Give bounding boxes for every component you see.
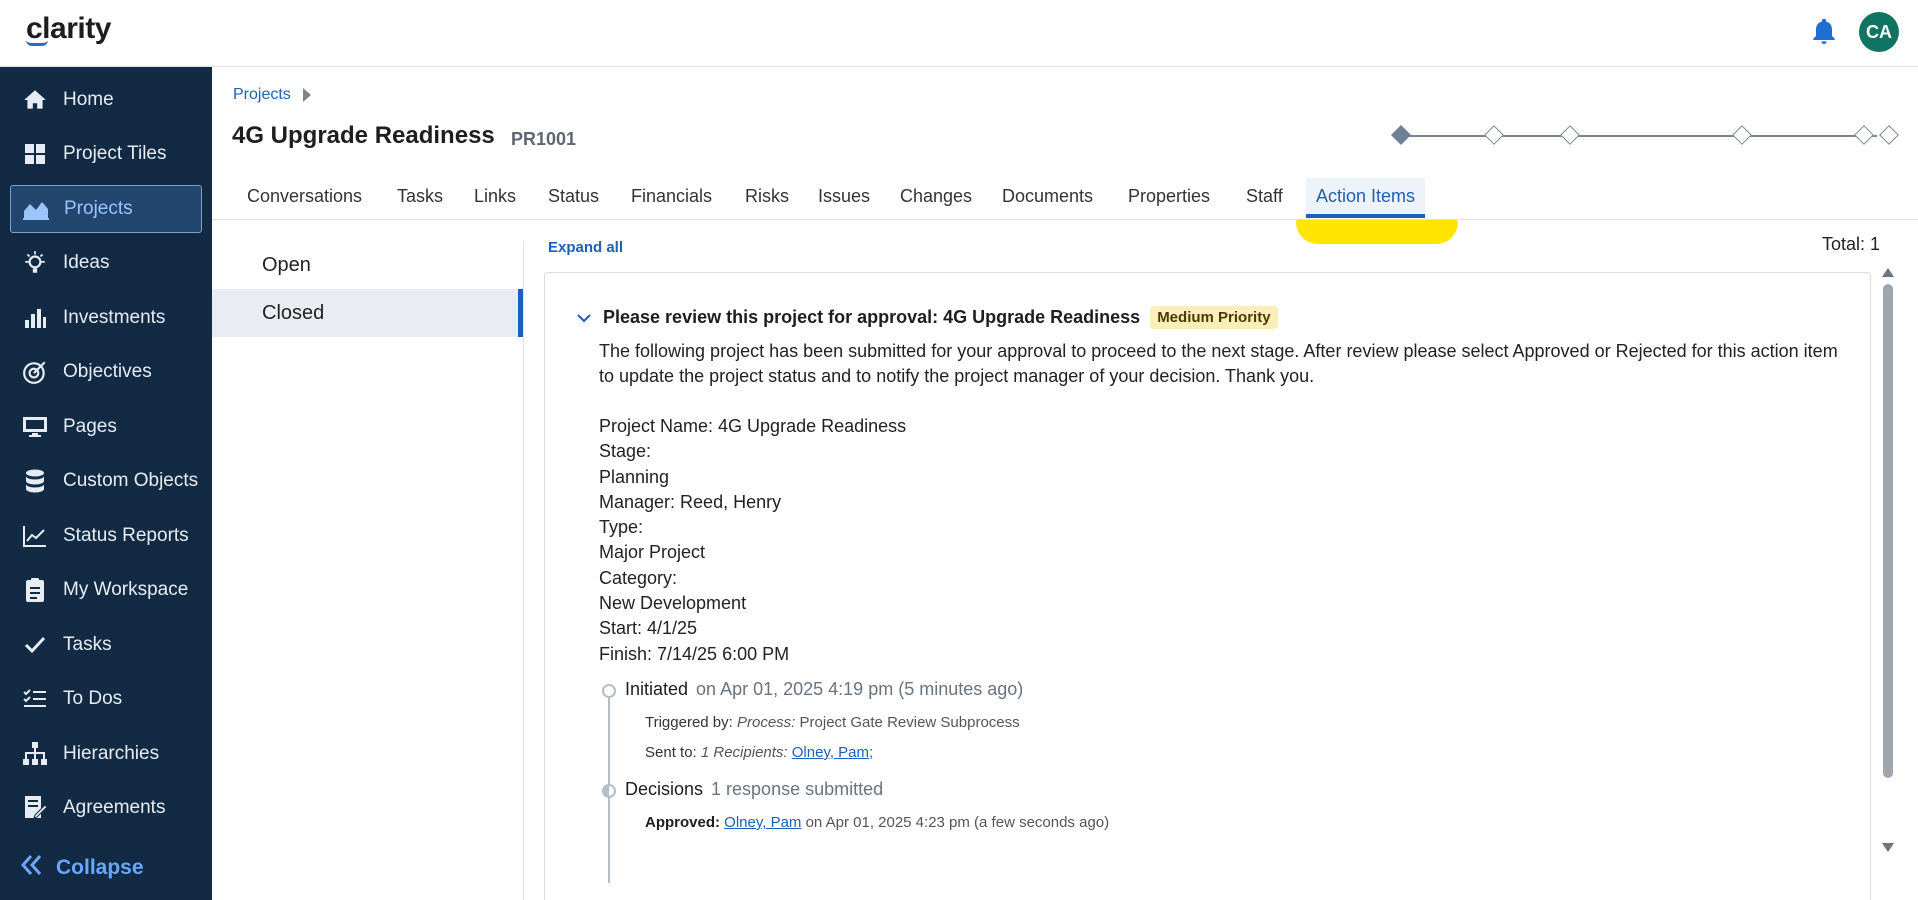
- check-icon: [20, 630, 50, 660]
- sidebar-item-project-tiles[interactable]: Project Tiles: [10, 130, 202, 178]
- detail-line: Category:: [599, 567, 678, 588]
- tab-documents[interactable]: Documents: [1002, 186, 1093, 218]
- stage-marker[interactable]: [1732, 125, 1752, 145]
- chevron-down-icon[interactable]: [575, 309, 593, 327]
- timeline-initiated: Initiated on Apr 01, 2025 4:19 pm (5 minu…: [625, 679, 1024, 699]
- action-item-header[interactable]: Please review this project for approval:…: [575, 306, 1278, 329]
- collapse-sidebar-button[interactable]: Collapse: [20, 854, 144, 882]
- priority-badge: Medium Priority: [1150, 306, 1278, 329]
- tab-changes[interactable]: Changes: [900, 186, 972, 218]
- stage-marker-current[interactable]: [1391, 125, 1411, 145]
- detail-line: Finish: 7/14/25 6:00 PM: [599, 643, 790, 664]
- sidebar-item-pages[interactable]: Pages: [10, 403, 202, 451]
- breadcrumb-projects-link[interactable]: Projects: [233, 86, 291, 104]
- grid-icon: [20, 139, 50, 169]
- total-count: Total: 1: [1821, 234, 1880, 254]
- stage-marker[interactable]: [1560, 125, 1580, 145]
- tab-financials[interactable]: Financials: [631, 186, 712, 218]
- sidebar-item-projects[interactable]: Projects: [10, 185, 202, 233]
- panel-divider: [523, 241, 524, 900]
- action-item-description: The following project has been submitted…: [599, 341, 1838, 386]
- tab-tasks[interactable]: Tasks: [397, 186, 443, 218]
- logo-swoosh: [26, 40, 48, 46]
- monitor-icon: [20, 412, 50, 442]
- highlighter-mark: [1296, 220, 1458, 244]
- tab-staff[interactable]: Staff: [1246, 186, 1283, 218]
- sidebar-item-objectives[interactable]: Objectives: [10, 348, 202, 396]
- sidebar-item-agreements[interactable]: Agreements: [10, 784, 202, 832]
- top-bar: clarity CA: [0, 0, 1918, 67]
- database-icon: [20, 466, 50, 496]
- detail-line: Project Name: 4G Upgrade Readiness: [599, 416, 907, 436]
- detail-line: Manager: Reed, Henry: [599, 491, 782, 512]
- notifications-bell-icon[interactable]: [1808, 16, 1840, 48]
- action-item-card: Please review this project for approval:…: [544, 272, 1871, 900]
- timeline-dot-initiated: [602, 684, 616, 698]
- timeline-decisions: Decisions 1 response submitted: [625, 779, 884, 799]
- detail-line: Planning: [599, 466, 670, 487]
- sidebar-item-ideas[interactable]: Ideas: [10, 239, 202, 287]
- sidebar-item-hierarchies[interactable]: Hierarchies: [10, 730, 202, 778]
- timeline-dot-decisions: [602, 784, 616, 798]
- detail-line: Stage:: [599, 441, 652, 462]
- page-title: 4G Upgrade Readiness: [232, 122, 495, 149]
- expand-all-link[interactable]: Expand all: [548, 239, 623, 256]
- sent-to-row: Sent to: 1 Recipients: Olney, Pam;: [645, 744, 874, 761]
- sidebar-item-custom-objects[interactable]: Custom Objects: [10, 457, 202, 505]
- agreement-icon: [20, 793, 50, 823]
- project-code: PR1001: [511, 129, 577, 149]
- stage-progress: [1387, 125, 1899, 147]
- bar-chart-icon: [20, 303, 50, 333]
- target-icon: [20, 357, 50, 387]
- tab-action-items[interactable]: Action Items: [1306, 178, 1426, 218]
- tab-risks[interactable]: Risks: [745, 186, 789, 218]
- action-item-title: Please review this project for approval:…: [603, 307, 1141, 327]
- action-item-details: Project Name: 4G Upgrade Readiness Stage…: [599, 414, 906, 667]
- sidebar-item-to-dos[interactable]: To Dos: [10, 675, 202, 723]
- sidebar-item-my-workspace[interactable]: My Workspace: [10, 566, 202, 614]
- tab-bar: Conversations Tasks Links Status Financi…: [212, 178, 1918, 220]
- hierarchy-icon: [20, 739, 50, 769]
- detail-line: Major Project: [599, 542, 706, 563]
- tab-issues[interactable]: Issues: [818, 186, 870, 218]
- approved-row: Approved: Olney, Pam on Apr 01, 2025 4:2…: [645, 814, 1110, 831]
- user-avatar[interactable]: CA: [1859, 12, 1899, 52]
- projects-chart-icon: [21, 194, 51, 224]
- sidebar-item-tasks[interactable]: Tasks: [10, 621, 202, 669]
- tab-status[interactable]: Status: [548, 186, 599, 218]
- approver-link[interactable]: Olney, Pam: [724, 814, 801, 831]
- recipient-link[interactable]: Olney, Pam;: [792, 744, 873, 761]
- detail-line: New Development: [599, 593, 747, 614]
- card-scrollbar[interactable]: [1880, 266, 1896, 852]
- detail-line: Type:: [599, 517, 644, 538]
- scroll-thumb[interactable]: [1883, 284, 1893, 778]
- tab-conversations[interactable]: Conversations: [247, 186, 362, 218]
- clipboard-icon: [20, 575, 50, 605]
- stage-marker[interactable]: [1879, 125, 1899, 145]
- line-chart-icon: [20, 521, 50, 551]
- sidebar-item-investments[interactable]: Investments: [10, 294, 202, 342]
- scroll-up-arrow-icon[interactable]: [1882, 268, 1894, 277]
- scroll-down-arrow-icon[interactable]: [1882, 843, 1894, 852]
- stage-progress-line: [1401, 135, 1877, 137]
- checklist-icon: [20, 684, 50, 714]
- lightbulb-icon: [20, 248, 50, 278]
- double-chevron-left-icon: [20, 854, 44, 882]
- status-filter-list: Open Closed: [212, 241, 523, 337]
- sidebar: Home Project Tiles Projects Ideas Invest…: [0, 67, 212, 900]
- tab-properties[interactable]: Properties: [1128, 186, 1210, 218]
- sidebar-item-home[interactable]: Home: [10, 76, 202, 124]
- detail-line: Start: 4/1/25: [599, 618, 698, 639]
- tab-links[interactable]: Links: [474, 186, 516, 218]
- stage-marker[interactable]: [1854, 125, 1874, 145]
- chevron-right-icon: [302, 88, 311, 102]
- triggered-by-row: Triggered by: Process: Project Gate Revi…: [645, 714, 1020, 731]
- stage-marker[interactable]: [1484, 125, 1504, 145]
- breadcrumb: Projects: [233, 86, 311, 104]
- home-icon: [20, 85, 50, 115]
- filter-open[interactable]: Open: [212, 241, 523, 289]
- filter-closed[interactable]: Closed: [212, 289, 523, 337]
- sidebar-item-status-reports[interactable]: Status Reports: [10, 512, 202, 560]
